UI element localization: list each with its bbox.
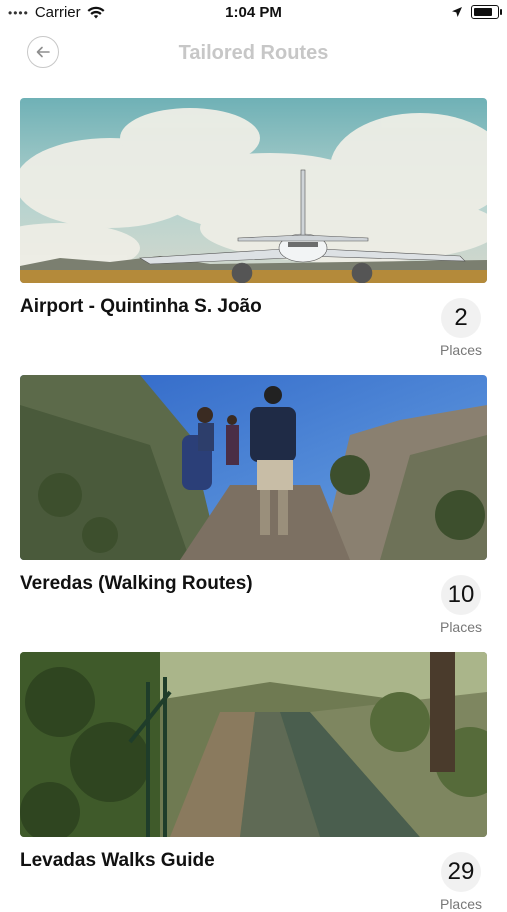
count-bubble: 10 (441, 575, 481, 615)
places-count: 10 Places (435, 575, 487, 635)
route-card-airport[interactable]: Airport - Quintinha S. João 2 Places (20, 98, 487, 358)
route-image-veredas[interactable] (20, 375, 487, 560)
status-right (451, 5, 502, 19)
battery-icon (471, 5, 502, 19)
status-bar: •••• Carrier 1:04 PM (0, 0, 507, 26)
header: Tailored Routes (0, 30, 507, 76)
count-label: Places (439, 619, 483, 635)
route-title: Veredas (Walking Routes) (20, 573, 253, 594)
route-image-airport[interactable] (20, 98, 487, 283)
route-card-levadas[interactable]: Levadas Walks Guide 29 Places (20, 652, 487, 912)
route-title: Levadas Walks Guide (20, 850, 215, 871)
route-title: Airport - Quintinha S. João (20, 296, 262, 317)
route-image-levadas[interactable] (20, 652, 487, 837)
count-label: Places (439, 342, 483, 358)
count-bubble: 2 (441, 298, 481, 338)
places-count: 2 Places (435, 298, 487, 358)
count-label: Places (439, 896, 483, 912)
status-time: 1:04 PM (225, 4, 282, 21)
location-arrow-icon (452, 7, 462, 17)
page-title: Tailored Routes (178, 42, 329, 64)
places-count: 29 Places (435, 852, 487, 912)
count-bubble: 29 (441, 852, 481, 892)
route-card-veredas[interactable]: Veredas (Walking Routes) 10 Places (20, 375, 487, 635)
